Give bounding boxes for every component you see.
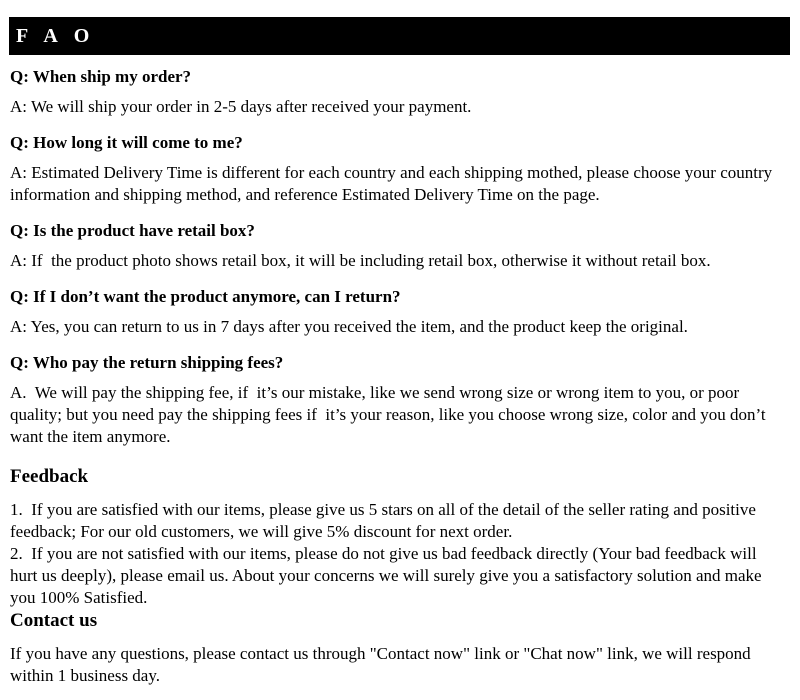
faq-answer: A: If the product photo shows retail box… <box>10 251 711 270</box>
faq-item: Q: Is the product have retail box? A: If… <box>10 220 788 272</box>
feedback-point-2: 2. If you are not satisfied with our ite… <box>10 544 766 607</box>
faq-answer: A. We will pay the shipping fee, if it’s… <box>10 383 770 446</box>
feedback-section: Feedback 1. If you are satisfied with ou… <box>10 465 788 609</box>
contact-section: Contact us If you have any questions, pl… <box>10 609 788 687</box>
faq-item: Q: Who pay the return shipping fees? A. … <box>10 352 788 448</box>
faq-item: Q: If I don’t want the product anymore, … <box>10 286 788 338</box>
feedback-heading: Feedback <box>10 466 89 487</box>
page-title: F A O <box>16 25 96 47</box>
faq-answer: A: We will ship your order in 2-5 days a… <box>10 97 472 116</box>
faq-question: Q: Who pay the return shipping fees? <box>10 353 284 372</box>
faq-answer: A: Estimated Delivery Time is different … <box>10 163 777 204</box>
faq-list: Q: When ship my order? A: We will ship y… <box>10 66 788 462</box>
faq-item: Q: When ship my order? A: We will ship y… <box>10 66 788 118</box>
faq-item: Q: How long it will come to me? A: Estim… <box>10 132 788 206</box>
page-header-bar: F A O <box>9 17 790 55</box>
faq-question: Q: Is the product have retail box? <box>10 221 255 240</box>
contact-body: If you have any questions, please contac… <box>10 644 755 685</box>
feedback-point-1: 1. If you are satisfied with our items, … <box>10 500 761 541</box>
contact-heading: Contact us <box>10 610 98 631</box>
faq-question: Q: When ship my order? <box>10 67 192 86</box>
faq-page: F A O Q: When ship my order? A: We will … <box>0 0 800 700</box>
faq-question: Q: How long it will come to me? <box>10 133 243 152</box>
faq-answer: A: Yes, you can return to us in 7 days a… <box>10 317 688 336</box>
faq-question: Q: If I don’t want the product anymore, … <box>10 287 401 306</box>
